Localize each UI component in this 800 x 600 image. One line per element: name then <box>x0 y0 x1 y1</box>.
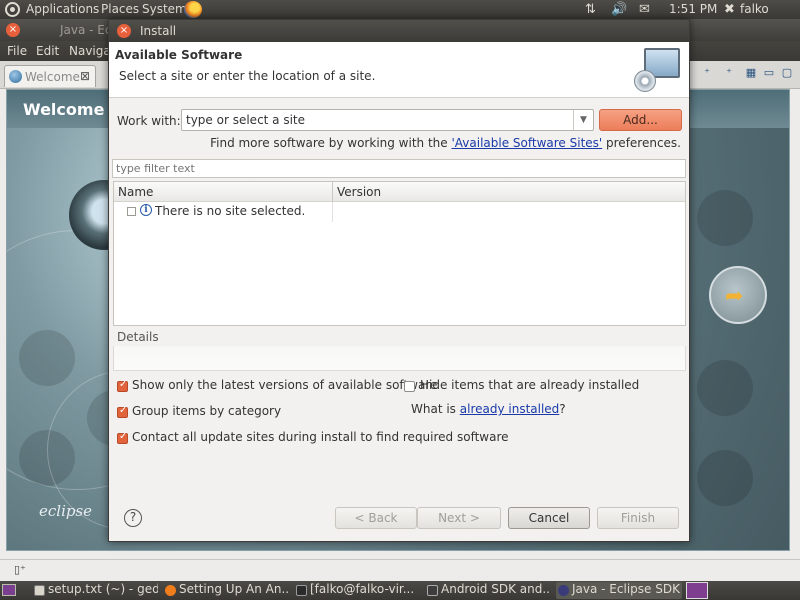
volume-icon[interactable]: 🔊 <box>611 2 627 17</box>
hide-installed-label[interactable]: Hide items that are already installed <box>420 378 639 392</box>
back-button[interactable]: < Back <box>335 507 417 529</box>
firefox-launcher-icon[interactable] <box>184 1 202 18</box>
what-is-prefix: What is <box>411 402 460 416</box>
group-category-checkbox[interactable] <box>117 405 128 418</box>
software-table: Name Version i There is no site selected… <box>113 181 686 326</box>
dialog-title: Install <box>140 24 177 38</box>
already-installed-link[interactable]: already installed <box>460 402 560 416</box>
bg-circle <box>697 450 753 506</box>
network-icon[interactable]: ⇅ <box>585 2 596 17</box>
work-with-combo[interactable]: type or select a site ▼ <box>181 109 594 131</box>
eclipse-window-title: Java - Ec <box>60 23 112 37</box>
menu-edit[interactable]: Edit <box>36 44 59 58</box>
view-home-icon[interactable]: ▦ <box>744 66 758 80</box>
user-switch-icon[interactable]: ✖ <box>724 2 735 17</box>
firefox-icon <box>165 585 176 596</box>
help-icon[interactable]: ? <box>124 509 142 527</box>
latest-versions-checkbox[interactable] <box>117 379 128 392</box>
terminal-icon <box>296 585 307 596</box>
cd-icon <box>634 70 656 92</box>
task-label: [falko@falko-vir... <box>310 582 415 596</box>
bottom-panel: setup.txt (~) - gedit Setting Up An An..… <box>0 581 800 600</box>
dialog-banner: Available Software Select a site or ente… <box>109 42 689 98</box>
view-back-icon[interactable]: ⁺ <box>700 66 714 80</box>
taskbar-item-gedit[interactable]: setup.txt (~) - gedit <box>32 582 158 599</box>
work-with-value: type or select a site <box>186 113 306 127</box>
task-label: setup.txt (~) - gedit <box>48 582 158 596</box>
banner-title: Available Software <box>115 48 243 62</box>
find-more-suffix: preferences. <box>602 136 681 150</box>
globe-icon <box>9 70 22 83</box>
places-menu[interactable]: Places <box>101 2 139 16</box>
bg-circle <box>697 360 753 416</box>
work-with-label: Work with: <box>117 114 181 128</box>
taskbar-item-android-sdk[interactable]: Android SDK and... <box>425 582 551 599</box>
eclipse-close-icon[interactable]: × <box>6 23 20 37</box>
eclipse-statusbar: ▯⁺ <box>0 559 800 581</box>
bg-circle <box>697 190 753 246</box>
mail-icon[interactable]: ✉ <box>639 2 650 17</box>
column-name-header[interactable]: Name <box>118 185 153 199</box>
top-panel: Applications Places System ⇅ 🔊 ✉ 1:51 PM… <box>0 0 800 19</box>
details-label: Details <box>117 330 159 344</box>
column-version-header[interactable]: Version <box>337 185 381 199</box>
ubuntu-logo-icon[interactable] <box>5 2 20 17</box>
row-checkbox[interactable] <box>127 207 136 216</box>
what-is-suffix: ? <box>559 402 566 416</box>
banner-description: Select a site or enter the location of a… <box>119 69 376 83</box>
tab-welcome[interactable]: Welcome ⊠ <box>4 65 96 87</box>
applications-menu[interactable]: Applications <box>26 2 99 16</box>
task-label: Setting Up An An... <box>179 582 289 596</box>
minimize-view-icon[interactable]: ▭ <box>762 66 776 80</box>
contact-sites-label[interactable]: Contact all update sites during install … <box>132 430 509 444</box>
tab-welcome-label: Welcome <box>25 70 80 84</box>
user-name[interactable]: falko <box>740 2 769 16</box>
available-software-sites-link[interactable]: 'Available Software Sites' <box>451 136 602 150</box>
column-separator <box>332 202 333 222</box>
close-tab-icon[interactable]: ⊠ <box>80 69 90 83</box>
what-is-installed-text: What is already installed? <box>411 402 566 416</box>
find-more-text: Find more software by working with the '… <box>210 136 681 150</box>
hide-installed-checkbox[interactable] <box>404 381 415 392</box>
row-name: There is no site selected. <box>155 204 306 218</box>
column-separator <box>332 182 333 202</box>
contact-sites-checkbox[interactable] <box>117 431 128 444</box>
taskbar-item-firefox[interactable]: Setting Up An An... <box>163 582 289 599</box>
show-desktop-icon[interactable] <box>2 584 16 596</box>
info-icon: i <box>140 204 152 216</box>
group-category-label[interactable]: Group items by category <box>132 404 281 418</box>
view-forward-icon[interactable]: ⁺ <box>722 66 736 80</box>
system-menu[interactable]: System <box>142 2 187 16</box>
eclipse-icon <box>558 585 569 596</box>
menu-file[interactable]: File <box>7 44 27 58</box>
finish-button[interactable]: Finish <box>597 507 679 529</box>
workspace-switcher-icon[interactable] <box>686 582 708 599</box>
task-label: Android SDK and... <box>441 582 551 596</box>
dialog-close-icon[interactable]: × <box>117 24 131 38</box>
cancel-button[interactable]: Cancel <box>508 507 590 529</box>
latest-versions-label[interactable]: Show only the latest versions of availab… <box>132 378 437 392</box>
maximize-view-icon[interactable]: ▢ <box>780 66 794 80</box>
gedit-icon <box>34 585 45 596</box>
install-dialog: × Install Available Software Select a si… <box>108 19 690 542</box>
dialog-titlebar: × Install <box>109 20 689 42</box>
clock[interactable]: 1:51 PM <box>669 2 717 16</box>
taskbar-item-eclipse[interactable]: Java - Eclipse SDK <box>556 582 682 599</box>
android-sdk-icon <box>427 585 438 596</box>
workbench-arrow-icon: ➦ <box>725 284 744 309</box>
task-label: Java - Eclipse SDK <box>572 582 680 596</box>
eclipse-logo: eclipse <box>39 502 93 520</box>
filter-input[interactable] <box>112 159 686 178</box>
details-box <box>113 346 686 371</box>
taskbar-item-terminal[interactable]: [falko@falko-vir... <box>294 582 420 599</box>
table-header: Name Version <box>114 182 685 202</box>
chevron-down-icon[interactable]: ▼ <box>573 110 593 130</box>
fast-view-icon[interactable]: ▯⁺ <box>14 563 26 576</box>
find-more-prefix: Find more software by working with the <box>210 136 452 150</box>
next-button[interactable]: Next > <box>417 507 501 529</box>
workbench-icon[interactable]: ➦ <box>709 266 767 324</box>
add-site-button[interactable]: Add... <box>599 109 682 131</box>
